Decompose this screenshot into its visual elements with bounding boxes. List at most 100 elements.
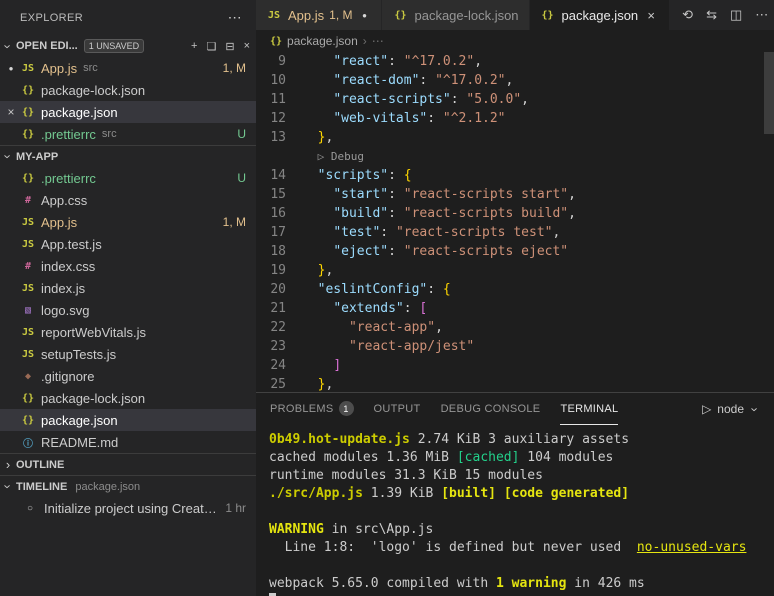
history-icon[interactable]: ⟲ [682, 7, 693, 23]
close-icon[interactable]: × [2, 105, 20, 119]
file-item[interactable]: JS reportWebVitals.js [0, 321, 256, 343]
timeline-header[interactable]: › TIMELINE package.json [0, 475, 256, 497]
line-number: 24 [270, 358, 286, 373]
terminal-output[interactable]: 0b49.hot-update.js 2.74 KiB 3 auxiliary … [256, 425, 774, 596]
file-item[interactable]: JS index.js [0, 277, 256, 299]
file-item[interactable]: ▧ logo.svg [0, 299, 256, 321]
js-file-icon: JS [267, 9, 281, 21]
eslint-rule-link[interactable]: no-unused-vars [637, 540, 747, 555]
chevron-right-icon: › [5, 457, 11, 472]
open-editor-item[interactable]: {} .prettierrc src U [0, 123, 256, 145]
file-item[interactable]: JS setupTests.js [0, 343, 256, 365]
line-number: 15 [270, 187, 286, 202]
bottom-panel: PROBLEMS 1 OUTPUT DEBUG CONSOLE TERMINAL ▷ n… [256, 392, 774, 596]
line-number: 11 [270, 92, 286, 107]
compare-icon[interactable]: ⇆ [706, 7, 717, 23]
file-name: package-lock.json [41, 390, 146, 406]
breadcrumb-more[interactable]: ⋯ [372, 34, 384, 48]
panel-tab-terminal[interactable]: TERMINAL [560, 393, 619, 425]
file-item[interactable]: {} package-lock.json [0, 387, 256, 409]
line-number: 22 [270, 320, 286, 335]
tab-package-lock.json[interactable]: {} package-lock.json [382, 0, 530, 30]
open-editor-item[interactable]: {} package-lock.json [0, 79, 256, 101]
sidebar-title-row: EXPLORER ⋯ [0, 0, 256, 35]
code-token: "react-scripts start" [403, 187, 569, 202]
code-line: 22 "react-app", [256, 318, 774, 337]
panel-tab-output[interactable]: OUTPUT [374, 393, 421, 425]
open-editor-item[interactable]: ● JS App.js src 1, M [0, 57, 256, 79]
new-file-icon[interactable]: + [191, 40, 197, 53]
code-editor[interactable]: 9 "react": "^17.0.2", 10 "react-dom": "^1… [256, 52, 774, 392]
editor-scrollbar[interactable] [764, 52, 774, 392]
close-icon[interactable]: × [643, 8, 659, 23]
file-item[interactable]: ⓘ README.md [0, 431, 256, 453]
editor-layout-icon[interactable]: ❏ [206, 40, 216, 53]
js-file-icon: JS [21, 282, 35, 294]
split-editor-icon[interactable]: ◫ [730, 7, 742, 23]
panel-tab-debug-console[interactable]: DEBUG CONSOLE [441, 393, 541, 425]
code-token: : [388, 206, 404, 221]
file-item[interactable]: ◆ .gitignore [0, 365, 256, 387]
breadcrumb-file[interactable]: package.json [287, 34, 358, 48]
code-line: 16 "build": "react-scripts build", [256, 204, 774, 223]
scrollbar-thumb[interactable] [764, 52, 774, 134]
terminal-profile[interactable]: ▷ node › [702, 393, 763, 425]
file-item[interactable]: # App.css [0, 189, 256, 211]
code-token: , [505, 73, 514, 88]
panel-tab-label: TERMINAL [560, 402, 619, 415]
launch-profile-icon[interactable]: ▷ [702, 402, 711, 416]
file-item[interactable]: {} .prettierrc U [0, 167, 256, 189]
file-item[interactable]: # index.css [0, 255, 256, 277]
outline-header[interactable]: › OUTLINE [0, 453, 256, 475]
css-file-icon: # [24, 260, 32, 272]
tabs: JS App.js 1, M ● {} package-lock.json {} packag… [256, 0, 671, 30]
json-file-icon: {} [21, 172, 35, 184]
code-token: , [568, 187, 576, 202]
debug-codelens-icon[interactable]: ▷ [318, 147, 325, 166]
code-token: : [419, 73, 436, 88]
more-actions-icon[interactable]: ⋯ [755, 7, 768, 23]
code-token: "scripts" [317, 168, 389, 183]
open-editor-item[interactable]: ×{} package.json [0, 101, 256, 123]
unsaved-badge: 1 UNSAVED [83, 39, 145, 53]
timeline-item[interactable]: ○ Initialize project using Create ... 1 hr [0, 497, 256, 519]
terminal-line: cached modules 1.36 MiB [cached] 104 mod… [269, 449, 774, 467]
file-name: App.js [41, 214, 78, 230]
file-item[interactable]: JS App.js 1, M [0, 211, 256, 233]
code-line: 10 "react-dom": "^17.0.2", [256, 71, 774, 90]
folder-header[interactable]: › MY-APP [0, 145, 256, 167]
open-editors-header[interactable]: › OPEN EDI... 1 UNSAVED + ❏ ⊟ × [0, 35, 256, 57]
tab-App.js[interactable]: JS App.js 1, M ● [256, 0, 383, 30]
panel-tab-problems[interactable]: PROBLEMS 1 [270, 393, 354, 425]
file-item[interactable]: JS App.test.js [0, 233, 256, 255]
code-token: , [325, 377, 334, 392]
tab-bar: JS App.js 1, M ● {} package-lock.json {} packag… [256, 0, 774, 30]
code-token: } [317, 263, 326, 278]
close-all-icon[interactable]: × [244, 40, 250, 53]
code-token: "react-scripts" [333, 92, 451, 107]
breadcrumb[interactable]: {} package.json › ⋯ [256, 30, 774, 52]
views-more-actions-icon[interactable]: ⋯ [228, 9, 242, 26]
js-file-icon: JS [21, 326, 35, 338]
tab-title: package.json [561, 7, 639, 23]
terminal-text: ./src/App.js [269, 486, 363, 501]
code-token: "web-vitals" [333, 111, 428, 126]
code-token: : [450, 92, 467, 107]
file-item[interactable]: {} package.json [0, 409, 256, 431]
save-all-icon[interactable]: ⊟ [225, 40, 234, 53]
tab-package.json[interactable]: {} package.json × [529, 0, 671, 30]
chevron-down-icon[interactable]: › [748, 404, 763, 414]
info-file-icon: ⓘ [23, 438, 33, 450]
file-name: .prettierrc [41, 126, 96, 142]
debug-codelens[interactable]: Debug [324, 147, 364, 166]
modified-dot-icon[interactable]: ● [2, 64, 20, 73]
